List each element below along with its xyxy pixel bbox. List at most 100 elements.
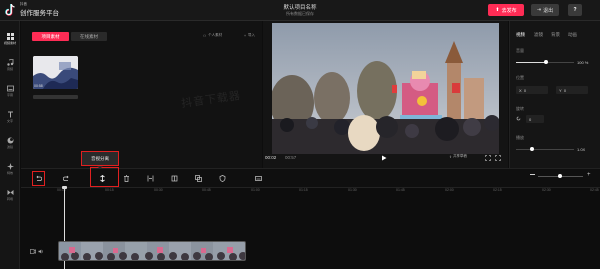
import-label: 导入: [248, 33, 256, 37]
help-button[interactable]: ?: [568, 4, 582, 16]
clip-filmstrip: [59, 242, 245, 260]
nav-label: 视频素材: [3, 41, 16, 45]
tab-background-props[interactable]: 背景: [551, 32, 560, 38]
share-draft-button[interactable]: ⇪ 共享草稿: [449, 154, 467, 159]
media-panel: 项目素材 在线素材 ⚇ 个人素材 + 导入 00:58 抖音下载器: [21, 21, 262, 168]
exit-icon: ⇥: [536, 7, 542, 13]
upload-icon: ⬆: [495, 7, 500, 13]
track-audio-icon[interactable]: [38, 249, 44, 254]
nav-label: 特效: [6, 171, 13, 175]
rotate-icon: [516, 116, 521, 121]
position-y-field[interactable]: Y 0: [556, 86, 588, 94]
copy-icon[interactable]: [195, 175, 202, 182]
volume-value: 100 %: [577, 60, 589, 65]
nav-label: 字幕: [6, 93, 13, 97]
properties-panel: 视频 滤镜 背景 动画 音量 100 % 位置 X 0 Y 0 旋转 0 播放 …: [509, 21, 600, 168]
volume-slider-fill: [516, 62, 546, 63]
timeline-tick: 01:45: [396, 188, 405, 192]
split-icon[interactable]: [147, 175, 154, 182]
timeline-tick: 02:30: [542, 188, 551, 192]
playback-speed-label: 播放: [516, 135, 524, 140]
nav-item-transition[interactable]: 转场: [0, 185, 20, 205]
undo-highlight: [32, 171, 45, 186]
user-icon: ⚇: [203, 33, 207, 38]
preview-panel: 00:02 00:57 ⇪ 共享草稿: [263, 21, 508, 168]
nav-item-filter[interactable]: 滤镜: [0, 133, 20, 153]
plus-icon: +: [244, 33, 247, 38]
play-icon[interactable]: [381, 155, 387, 161]
personal-media-link[interactable]: ⚇ 个人素材: [203, 33, 222, 38]
shield-icon[interactable]: [219, 175, 226, 182]
zoom-out-icon[interactable]: [530, 174, 535, 175]
audio-separate-tooltip: 音视分离: [81, 151, 119, 166]
position-x-field[interactable]: X 0: [516, 86, 548, 94]
thumbnail-progress-bar: [33, 95, 78, 99]
nav-label: 滤镜: [6, 145, 13, 149]
video-preview[interactable]: [272, 23, 499, 154]
personal-media-label: 个人素材: [208, 33, 223, 37]
timeline-tick: 00:45: [202, 188, 211, 192]
share-icon: ⇪: [449, 154, 452, 159]
nav-item-subtitle[interactable]: 字幕: [0, 81, 20, 101]
nav-item-video[interactable]: 视频素材: [0, 29, 20, 49]
fit-screen-icon[interactable]: [485, 155, 491, 161]
nav-item-effects[interactable]: 特效: [0, 159, 20, 179]
nav-item-text[interactable]: 文字: [0, 107, 20, 127]
tab-video-props[interactable]: 视频: [516, 32, 525, 38]
timeline-tick: 00:30: [154, 188, 163, 192]
watermark-text: 抖音下载器: [180, 89, 242, 111]
transition-icon: [7, 190, 13, 195]
import-button[interactable]: + 导入: [244, 33, 255, 38]
zoom-slider-knob[interactable]: [558, 174, 562, 178]
speed-slider-knob[interactable]: [530, 147, 534, 151]
delete-icon[interactable]: [123, 175, 130, 182]
y-label: Y: [559, 87, 562, 93]
volume-slider-knob[interactable]: [544, 60, 548, 64]
rotate-label: 旋转: [516, 106, 524, 111]
subtitle-generate-icon[interactable]: [255, 175, 262, 182]
filter-icon: [7, 137, 13, 144]
timeline-tick: 02:45: [590, 188, 599, 192]
video-frame: [272, 23, 499, 154]
publish-label: 去发布: [501, 7, 517, 14]
timeline-tick: 01:30: [348, 188, 357, 192]
video-clip[interactable]: [58, 241, 246, 261]
speed-value: 1.0X: [577, 147, 586, 152]
text-icon: [7, 111, 13, 118]
effects-icon: [6, 163, 14, 170]
timeline-tick: 02:00: [445, 188, 454, 192]
top-bar: 抖音 创作服务平台 默认项目名称 所有数据已保存 ⬆ 去发布 ⇥ 退出 ?: [0, 0, 600, 21]
total-time: 00:57: [285, 155, 297, 160]
publish-button[interactable]: ⬆ 去发布: [488, 4, 524, 16]
rotate-field[interactable]: 0: [526, 115, 544, 123]
x-value: 0: [523, 87, 527, 93]
redo-icon[interactable]: [63, 175, 70, 182]
share-draft-label: 共享草稿: [452, 154, 467, 158]
exit-label: 退出: [543, 7, 554, 14]
nav-label: 文字: [6, 119, 13, 123]
current-time: 00:02: [265, 155, 277, 160]
nav-label: 音频: [6, 67, 13, 71]
zoom-in-icon[interactable]: +: [587, 172, 591, 178]
crop-icon[interactable]: [171, 175, 178, 182]
music-icon: [6, 59, 13, 66]
subtitle-icon: [6, 85, 14, 92]
x-label: X: [519, 87, 522, 93]
tab-animation-props[interactable]: 动画: [568, 32, 577, 38]
track-video-icon[interactable]: [30, 249, 36, 254]
track-controls: [30, 249, 44, 254]
tab-filter-props[interactable]: 滤镜: [534, 32, 543, 38]
volume-label: 音量: [516, 48, 524, 53]
fullscreen-icon[interactable]: [495, 155, 501, 161]
tooltip-arrow: [97, 166, 103, 169]
position-label: 位置: [516, 75, 524, 80]
nav-item-audio[interactable]: 音频: [0, 55, 20, 75]
timeline-tick: 02:15: [493, 188, 502, 192]
tab-online-media[interactable]: 在线素材: [71, 32, 107, 41]
speed-slider-track[interactable]: [516, 149, 574, 150]
timeline-tick: 01:15: [299, 188, 308, 192]
tab-project-media[interactable]: 项目素材: [32, 32, 69, 41]
exit-button[interactable]: ⇥ 退出: [531, 4, 559, 16]
left-nav: 视频素材 音频 字幕 文字 滤镜 特效 转场: [0, 21, 20, 269]
y-value: 0: [563, 87, 567, 93]
